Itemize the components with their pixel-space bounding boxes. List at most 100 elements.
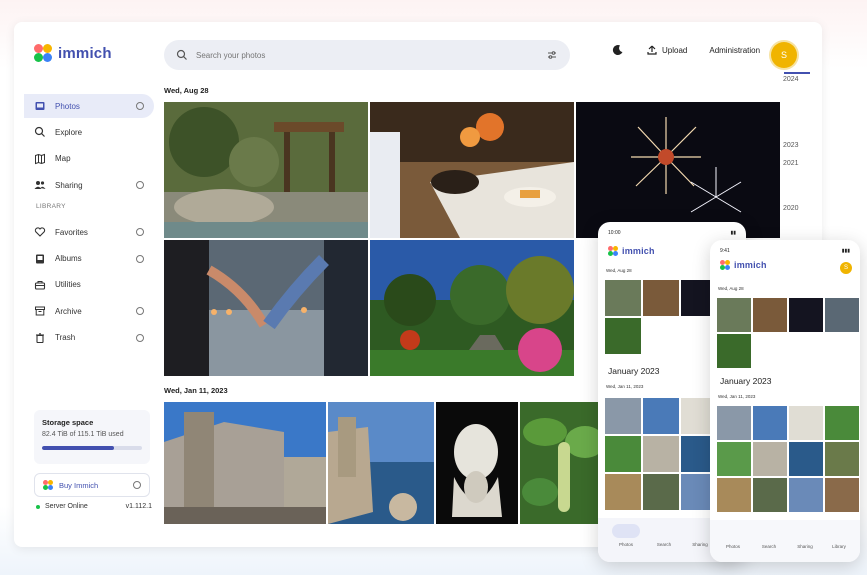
photo-thumbnail[interactable] — [789, 406, 823, 440]
photo-thumbnail[interactable] — [643, 436, 679, 472]
info-icon[interactable] — [136, 333, 144, 342]
storage-progress-bar — [42, 446, 142, 450]
phone-app-logo: immich — [710, 254, 860, 270]
timeline-year[interactable]: 2020 — [783, 205, 799, 212]
photo-thumbnail[interactable] — [789, 298, 823, 332]
phone-group-date: Wed, Aug 28 — [606, 268, 632, 273]
sidebar-item-sharing[interactable]: Sharing — [24, 173, 154, 197]
photo-thumbnail[interactable] — [825, 298, 859, 332]
group-date-label[interactable]: Wed, Aug 28 — [164, 86, 209, 95]
sidebar-item-favorites[interactable]: Favorites — [24, 220, 154, 244]
photo-thumbnail[interactable] — [576, 102, 780, 238]
sidebar-item-photos[interactable]: Photos — [24, 94, 154, 118]
tab-photos[interactable]: Photos — [718, 544, 748, 549]
photo-thumbnail[interactable] — [789, 478, 823, 512]
storage-progress-fill — [42, 446, 114, 450]
photo-thumbnail[interactable] — [825, 478, 859, 512]
sidebar-item-explore[interactable]: Explore — [24, 120, 154, 144]
photo-thumbnail[interactable] — [717, 334, 751, 368]
sidebar-item-archive[interactable]: Archive — [24, 299, 154, 323]
photos-icon — [35, 102, 45, 110]
photo-thumbnail[interactable] — [717, 478, 751, 512]
sharing-icon — [34, 181, 46, 190]
upload-button[interactable]: Upload — [646, 44, 687, 56]
photo-thumbnail[interactable] — [328, 402, 434, 524]
info-icon[interactable] — [136, 254, 144, 263]
photo-thumbnail[interactable] — [717, 406, 751, 440]
server-status-label: Server Online — [45, 503, 88, 510]
heart-icon — [34, 227, 46, 237]
phone-user-avatar[interactable]: S — [840, 262, 852, 274]
search-input[interactable] — [196, 50, 546, 60]
photo-thumbnail[interactable] — [605, 318, 641, 354]
photo-thumbnail[interactable] — [605, 398, 641, 434]
photo-thumbnail[interactable] — [825, 442, 859, 476]
photo-thumbnail[interactable] — [370, 240, 574, 376]
photo-thumbnail[interactable] — [643, 280, 679, 316]
tab-search[interactable]: Search — [650, 542, 678, 547]
photo-thumbnail[interactable] — [753, 442, 787, 476]
photo-thumbnail[interactable] — [717, 442, 751, 476]
buy-immich-button[interactable]: Buy Immich — [34, 473, 150, 497]
photo-thumbnail[interactable] — [717, 298, 751, 332]
timeline-year[interactable]: 2023 — [783, 142, 799, 149]
app-logo[interactable]: immich — [34, 44, 112, 62]
sidebar-item-utilities[interactable]: Utilities — [24, 273, 154, 297]
search-filter-icon[interactable] — [546, 49, 558, 61]
theme-toggle-button[interactable] — [612, 44, 624, 56]
server-status: Server Online v1.112.1 — [36, 503, 152, 510]
info-icon[interactable] — [136, 228, 144, 237]
trash-icon — [36, 333, 44, 343]
upload-icon — [647, 45, 657, 55]
user-avatar[interactable]: S — [771, 42, 797, 68]
photo-thumbnail[interactable] — [605, 280, 641, 316]
sidebar-item-albums[interactable]: Albums — [24, 247, 154, 271]
photo-thumbnail[interactable] — [605, 474, 641, 510]
photo-thumbnail[interactable] — [753, 478, 787, 512]
header-actions: Upload Administration — [612, 44, 782, 56]
online-status-dot — [36, 504, 40, 509]
tab-sharing[interactable]: Sharing — [790, 544, 820, 549]
info-icon[interactable] — [133, 481, 141, 489]
photo-thumbnail[interactable] — [164, 402, 326, 524]
photo-thumbnail[interactable] — [789, 442, 823, 476]
administration-button[interactable]: Administration — [709, 46, 760, 55]
album-icon — [36, 254, 44, 264]
info-icon[interactable] — [136, 307, 144, 316]
phone-group-date: Wed, Jan 11, 2023 — [606, 384, 644, 389]
photo-thumbnail[interactable] — [753, 298, 787, 332]
photo-thumbnail[interactable] — [643, 398, 679, 434]
photo-thumbnail[interactable] — [643, 474, 679, 510]
photo-thumbnail[interactable] — [164, 240, 368, 376]
search-icon — [176, 49, 187, 60]
photo-thumbnail[interactable] — [520, 402, 606, 524]
timeline-indicator — [784, 72, 810, 74]
photo-thumbnail[interactable] — [753, 406, 787, 440]
tab-photos[interactable]: Photos — [612, 542, 640, 547]
storage-title: Storage space — [42, 418, 94, 427]
storage-panel: Storage space 82.4 TiB of 115.1 TiB used — [34, 410, 150, 464]
sidebar-item-map[interactable]: Map — [24, 147, 154, 171]
info-icon[interactable] — [136, 181, 144, 190]
upload-label: Upload — [662, 45, 688, 55]
group-date-label[interactable]: Wed, Jan 11, 2023 — [164, 386, 228, 395]
info-icon[interactable] — [136, 102, 144, 110]
photo-thumbnail[interactable] — [164, 102, 368, 238]
timeline-year[interactable]: 2021 — [783, 160, 799, 167]
photo-thumbnail[interactable] — [436, 402, 518, 524]
photo-thumbnail[interactable] — [370, 102, 574, 238]
search-icon — [34, 127, 45, 138]
moon-icon — [612, 45, 623, 56]
timeline-year[interactable]: 2024 — [783, 76, 799, 83]
tab-search[interactable]: Search — [754, 544, 784, 549]
phone-status-bar: 10:00 ▮▮ — [608, 230, 736, 236]
battery-icon: ▮▮▮ — [841, 248, 850, 254]
immich-logo-icon — [43, 480, 53, 490]
sidebar-item-trash[interactable]: Trash — [24, 326, 154, 350]
search-bar[interactable] — [164, 40, 570, 70]
tab-library[interactable]: Library — [824, 544, 854, 549]
photo-thumbnail[interactable] — [825, 406, 859, 440]
photos-tab-icon[interactable] — [612, 524, 640, 538]
photo-thumbnail[interactable] — [605, 436, 641, 472]
phone-bottom-nav: Photos Search Sharing Library — [710, 520, 860, 562]
